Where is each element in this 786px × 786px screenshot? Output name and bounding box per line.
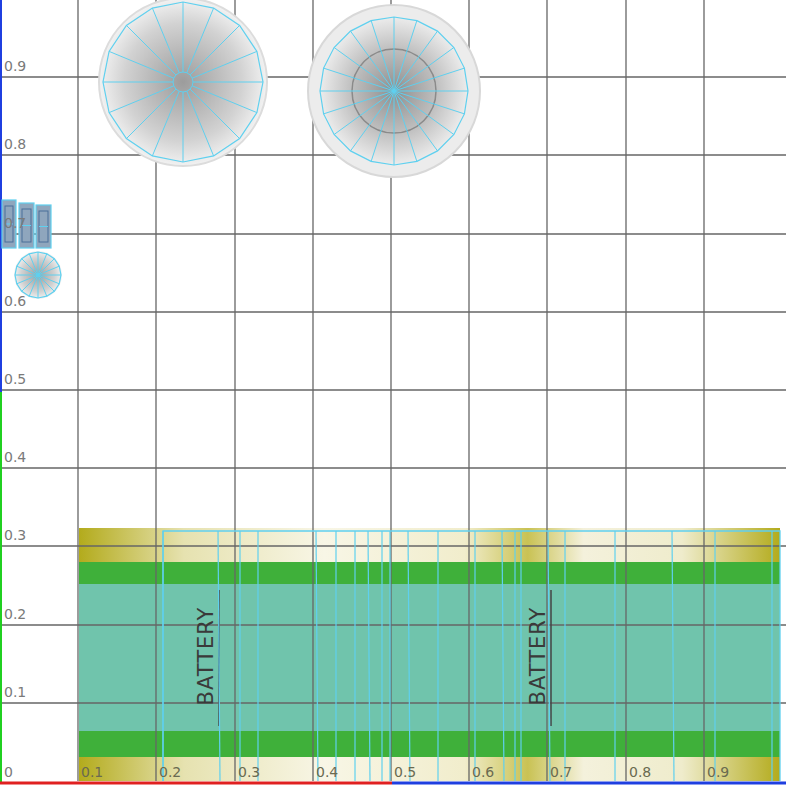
- x-tick-label: 0.6: [472, 764, 494, 780]
- x-tick-label: 0.8: [629, 764, 651, 780]
- y-tick-label: 0.3: [4, 527, 26, 543]
- x-tick-label: 0.4: [316, 764, 338, 780]
- x-tick-label: 0.2: [159, 764, 181, 780]
- y-tick-label: 0.6: [4, 293, 26, 309]
- y-tick-label: 0.9: [4, 58, 26, 74]
- battery-uv-shell[interactable]: [163, 531, 780, 781]
- small-disc-uv-shell[interactable]: [15, 252, 61, 298]
- x-tick-label: 0.1: [81, 764, 103, 780]
- cap-uv-shell[interactable]: [103, 2, 263, 162]
- x-tick-label: 0.9: [707, 764, 729, 780]
- x-tick-label: 0.3: [238, 764, 260, 780]
- battery-label: BATTERY: [526, 590, 551, 726]
- x-tick-label: 0.7: [550, 764, 572, 780]
- terminal-disc: [308, 5, 480, 177]
- y-tick-label: 0.4: [4, 449, 26, 465]
- y-tick-label: 0.2: [4, 606, 26, 622]
- y-tick-label: 0.5: [4, 371, 26, 387]
- y-tick-label: 0.7: [4, 215, 26, 231]
- small-parts-uv[interactable]: [2, 200, 51, 248]
- battery-texture: [79, 528, 780, 781]
- terminal-uv-shell[interactable]: [320, 17, 468, 165]
- y-tick-label: 0.8: [4, 136, 26, 152]
- svg-text:BATTERY: BATTERY: [194, 607, 218, 706]
- x-tick-label: 0.5: [394, 764, 416, 780]
- small-disc: [14, 251, 62, 299]
- uv-canvas[interactable]: BATTERY BATTERY 0 0.1 0.2 0.3 0.4 0.5 0.6 0.7 0.8 0…: [0, 0, 786, 786]
- origin-label: 0: [4, 764, 13, 780]
- svg-text:BATTERY: BATTERY: [526, 607, 550, 706]
- terminal-disc-inner: [320, 17, 468, 165]
- cap-disc: [99, 0, 267, 166]
- y-tick-label: 0.1: [4, 684, 26, 700]
- battery-label: BATTERY: [194, 590, 219, 726]
- uv-editor: BATTERY BATTERY 0 0.1 0.2 0.3 0.4 0.5 0.6 0.7 0.8 0…: [0, 0, 786, 786]
